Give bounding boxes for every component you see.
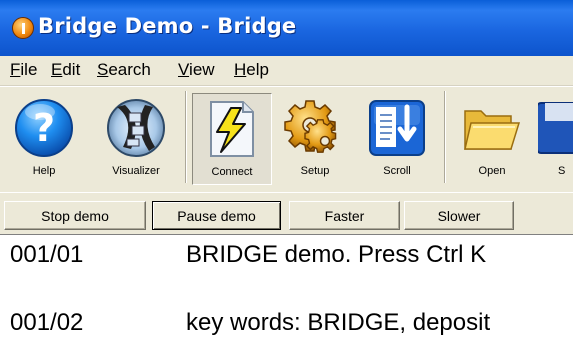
title-bar[interactable]: Bridge Demo - Bridge — [0, 0, 573, 56]
toolbar-separator — [444, 91, 446, 183]
menu-search-label: earch — [108, 60, 151, 79]
toolbar: ? Help Visualizer Connect Setup Scroll O… — [0, 86, 573, 192]
menu-help-mnemonic: H — [234, 60, 247, 79]
stop-demo-button[interactable]: Stop demo — [4, 201, 146, 230]
menu-file-mnemonic: F — [10, 60, 21, 79]
app-window: Bridge Demo - Bridge File Edit Search Vi… — [0, 0, 573, 343]
app-info-icon[interactable] — [12, 17, 34, 39]
toolbar-connect-button[interactable]: Connect — [192, 93, 272, 185]
menu-edit-label: dit — [62, 60, 81, 79]
pause-demo-button[interactable]: Pause demo — [152, 201, 281, 230]
scroll-icon — [369, 100, 425, 156]
line-number: 001/01 — [10, 241, 84, 268]
toolbar-save-button[interactable]: S — [538, 93, 573, 185]
menu-bar: File Edit Search View Help — [0, 56, 573, 86]
toolbar-help-label: Help — [32, 165, 56, 177]
toolbar-open-button[interactable]: Open — [452, 93, 532, 185]
toolbar-help-button[interactable]: ? Help — [2, 93, 86, 185]
toolbar-setup-button[interactable]: Setup — [276, 93, 354, 185]
demo-controls: Stop demo Pause demo Faster Slower — [0, 192, 573, 234]
menu-help[interactable]: Help — [234, 60, 269, 80]
display-line: 001/01 BRIDGE demo. Press Ctrl K — [10, 241, 486, 269]
menu-view-label: iew — [189, 60, 215, 79]
menu-file-label: ile — [20, 60, 38, 79]
connect-icon — [210, 101, 254, 157]
menu-file[interactable]: File — [10, 60, 37, 80]
svg-text:?: ? — [33, 106, 55, 150]
window-title: Bridge Demo - Bridge — [38, 14, 297, 38]
toolbar-save-label: S — [558, 165, 566, 177]
menu-help-label: elp — [246, 60, 269, 79]
save-icon — [538, 102, 573, 154]
menu-search[interactable]: Search — [97, 60, 151, 80]
faster-button[interactable]: Faster — [289, 201, 400, 230]
toolbar-connect-label: Connect — [211, 166, 253, 178]
line-text: key words: BRIDGE, deposit — [186, 309, 491, 336]
menu-edit[interactable]: Edit — [51, 60, 80, 80]
toolbar-scroll-button[interactable]: Scroll — [356, 93, 438, 185]
toolbar-visualizer-label: Visualizer — [112, 165, 160, 177]
line-text: BRIDGE demo. Press Ctrl K — [186, 241, 487, 268]
menu-search-mnemonic: S — [97, 60, 109, 79]
toolbar-separator — [185, 91, 187, 183]
toolbar-visualizer-button[interactable]: Visualizer — [92, 93, 180, 185]
menu-view[interactable]: View — [178, 60, 215, 80]
menu-view-mnemonic: V — [178, 60, 190, 79]
visualizer-icon — [107, 99, 165, 157]
slower-button[interactable]: Slower — [404, 201, 514, 230]
open-folder-icon — [464, 110, 521, 150]
toolbar-scroll-label: Scroll — [383, 165, 411, 177]
toolbar-open-label: Open — [478, 165, 506, 177]
help-icon: ? — [15, 99, 73, 157]
toolbar-setup-label: Setup — [300, 165, 330, 177]
display-line: 001/02 key words: BRIDGE, deposit — [10, 309, 490, 337]
demo-text-display[interactable]: 001/01 BRIDGE demo. Press Ctrl K 001/02 ke… — [0, 234, 573, 343]
setup-icon — [284, 100, 337, 153]
menu-edit-mnemonic: E — [51, 60, 63, 79]
line-number: 001/02 — [10, 309, 84, 336]
